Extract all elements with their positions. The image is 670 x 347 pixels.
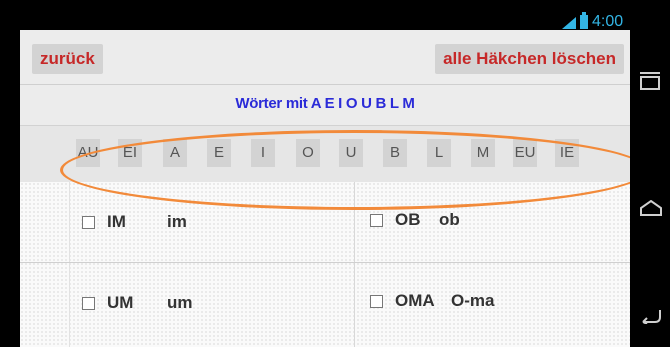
letter-button-e[interactable]: E (207, 139, 231, 167)
letter-button-row: AU EI A E I O U B L M EU IE (20, 126, 630, 183)
battery-icon (580, 12, 588, 29)
letter-button-b[interactable]: B (383, 139, 407, 167)
navigation-bar (630, 30, 670, 347)
word-label: OMA (395, 291, 435, 310)
checkbox[interactable] (82, 215, 95, 229)
grid-divider (354, 182, 355, 347)
home-icon[interactable] (640, 199, 662, 221)
letter-button-eu[interactable]: EU (513, 139, 537, 167)
back-button[interactable]: zurück (32, 44, 103, 74)
page-title: Wörter mit A E I O U B L M (235, 95, 415, 112)
back-icon[interactable] (640, 308, 662, 329)
letter-button-ei[interactable]: EI (118, 139, 142, 167)
word-syllables: O-ma (451, 291, 495, 310)
word-syllables: ob (439, 210, 460, 229)
word-item-ob[interactable]: OB ob (370, 210, 460, 230)
title-bar: Wörter mit A E I O U B L M (20, 85, 630, 126)
app-window: zurück alle Häkchen löschen Wörter mit A… (20, 30, 630, 347)
word-item-im[interactable]: IM im (82, 212, 187, 232)
clear-checks-button[interactable]: alle Häkchen löschen (435, 44, 624, 74)
status-bar: 4:00 (0, 0, 670, 30)
word-item-um[interactable]: UM um (82, 293, 193, 313)
letter-button-u[interactable]: U (339, 139, 363, 167)
word-grid: IM im OB ob UM um OMA O-ma (20, 182, 630, 347)
word-label: UM (107, 293, 134, 312)
grid-divider (69, 182, 70, 347)
letter-button-o[interactable]: O (296, 139, 320, 167)
word-label: OB (395, 210, 421, 229)
word-label: IM (107, 212, 126, 231)
top-toolbar: zurück alle Häkchen löschen (20, 30, 630, 85)
letter-button-m[interactable]: M (471, 139, 495, 167)
checkbox[interactable] (82, 296, 95, 310)
letter-button-l[interactable]: L (427, 139, 451, 167)
status-time: 4:00 (592, 13, 624, 30)
checkbox[interactable] (370, 294, 383, 308)
checkbox[interactable] (370, 213, 383, 227)
recent-apps-icon[interactable] (640, 72, 660, 90)
word-item-oma[interactable]: OMA O-ma (370, 291, 494, 311)
letter-button-i[interactable]: I (251, 139, 275, 167)
grid-divider (20, 262, 630, 263)
letter-button-a[interactable]: A (163, 139, 187, 167)
word-syllables: im (167, 212, 187, 231)
signal-icon (562, 17, 576, 29)
letter-button-ie[interactable]: IE (555, 139, 579, 167)
letter-button-au[interactable]: AU (76, 139, 100, 167)
word-syllables: um (167, 293, 193, 312)
